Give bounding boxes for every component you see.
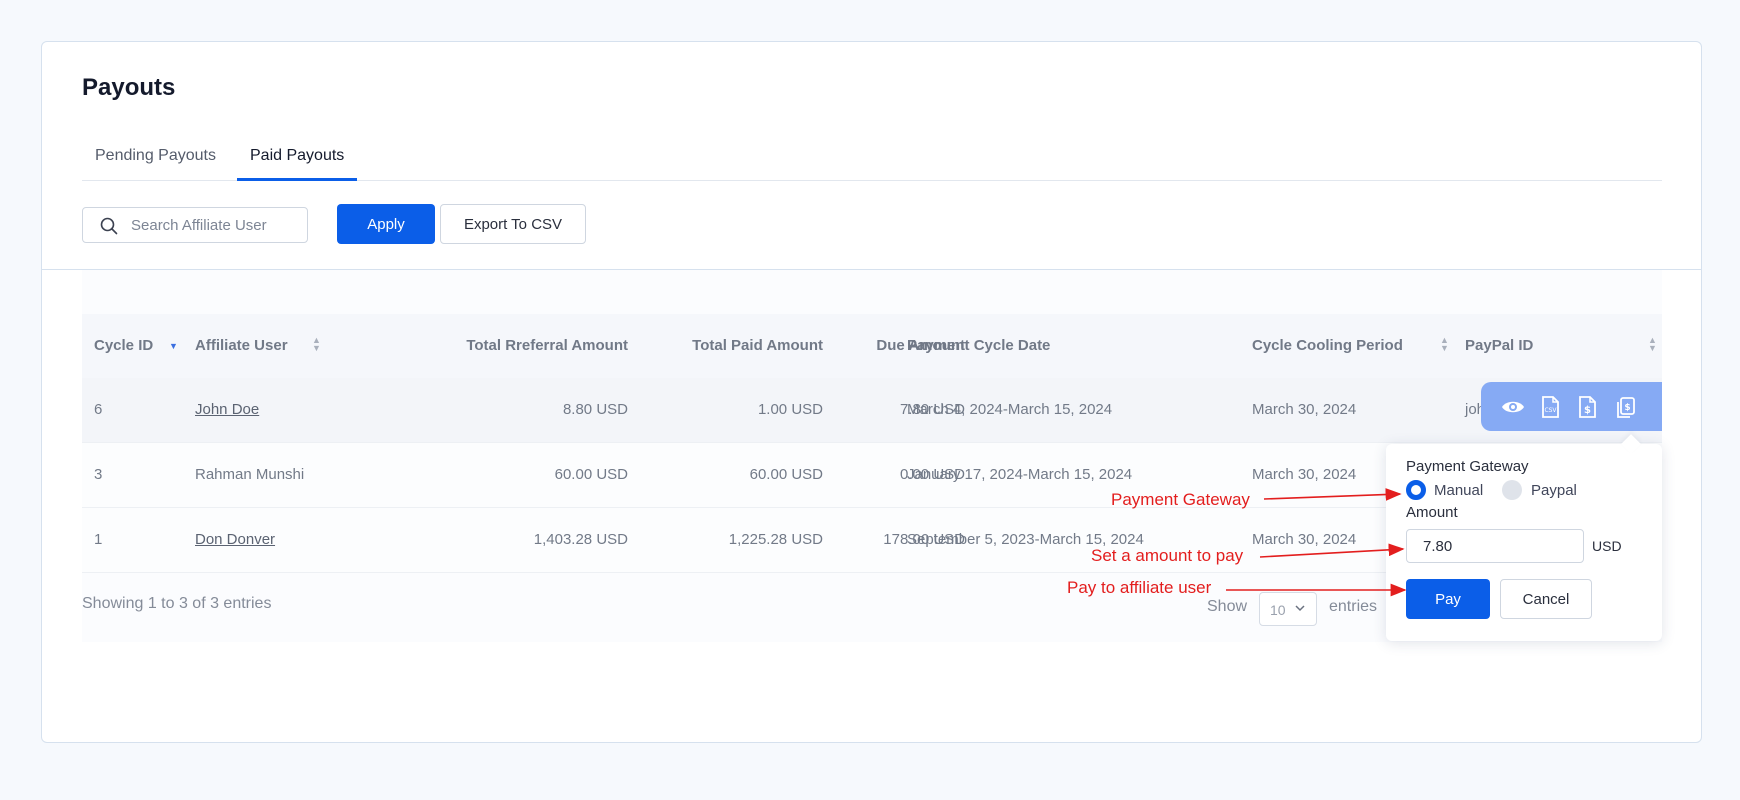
- cell-cycle-id: 1: [94, 531, 103, 548]
- header-paypal-id[interactable]: PayPal ID: [1465, 337, 1533, 354]
- header-payment-cycle-date: Payment Cycle Date: [907, 337, 1051, 354]
- copy-dollar-icon[interactable]: $: [1613, 395, 1637, 419]
- sort-icon[interactable]: ▲ ▼: [1648, 336, 1657, 353]
- amount-label: Amount: [1406, 504, 1458, 521]
- show-label: Show: [1207, 598, 1248, 615]
- cell-affiliate-user: Rahman Munshi: [195, 466, 305, 483]
- annotation-set-amount: Set a amount to pay: [1091, 546, 1244, 565]
- annotation-payment-gateway: Payment Gateway: [1111, 490, 1250, 509]
- apply-button[interactable]: Apply: [337, 204, 435, 244]
- page-size-value: 10: [1270, 602, 1286, 618]
- cell-cycle-id: 3: [94, 466, 103, 483]
- cell-total-referral: 8.80 USD: [562, 401, 628, 418]
- search-icon: [100, 217, 118, 235]
- cell-cooling-period: March 30, 2024: [1252, 531, 1357, 548]
- amount-input[interactable]: [1406, 529, 1584, 563]
- currency-label: USD: [1592, 538, 1622, 554]
- payout-tabs: Pending Payouts Paid Payouts: [82, 138, 1662, 181]
- entries-info: Showing 1 to 3 of 3 entries: [82, 595, 272, 612]
- pay-button[interactable]: Pay: [1406, 579, 1490, 619]
- header-affiliate-user[interactable]: Affiliate User: [195, 337, 288, 354]
- tab-pending-payouts[interactable]: Pending Payouts: [82, 138, 229, 181]
- sort-desc-icon[interactable]: ▼: [169, 342, 178, 351]
- header-total-referral: Total Rreferral Amount: [466, 337, 628, 354]
- cell-total-paid: 1,225.28 USD: [728, 531, 823, 548]
- radio-paypal-label[interactable]: Paypal: [1531, 482, 1577, 499]
- header-cycle-id[interactable]: Cycle ID: [94, 337, 153, 354]
- radio-paypal[interactable]: [1502, 480, 1522, 500]
- tab-paid-payouts[interactable]: Paid Payouts: [237, 138, 358, 181]
- cell-payment-cycle-date: March 4, 2024-March 15, 2024: [907, 401, 1113, 418]
- export-csv-button[interactable]: Export To CSV: [440, 204, 586, 244]
- eye-icon[interactable]: [1501, 395, 1525, 419]
- sort-icon[interactable]: ▲ ▼: [312, 336, 321, 353]
- cell-cooling-period: March 30, 2024: [1252, 466, 1357, 483]
- row-action-bar: CSV $ $: [1481, 382, 1662, 431]
- table-row: 6 John Doe 8.80 USD 1.00 USD 7.80 USD Ma…: [82, 378, 1662, 443]
- radio-manual[interactable]: [1406, 480, 1426, 500]
- csv-file-icon[interactable]: CSV: [1538, 395, 1562, 419]
- cell-total-referral: 1,403.28 USD: [533, 531, 628, 548]
- svg-text:$: $: [1624, 403, 1630, 413]
- dollar-file-icon[interactable]: $: [1575, 395, 1599, 419]
- table-header: Cycle ID ▼ Affiliate User ▲ ▼ Total Rrefe…: [82, 314, 1662, 378]
- cell-cooling-period: March 30, 2024: [1252, 401, 1357, 418]
- radio-manual-label[interactable]: Manual: [1434, 482, 1483, 499]
- svg-text:$: $: [1584, 405, 1591, 416]
- cell-total-referral: 60.00 USD: [554, 466, 628, 483]
- header-total-paid: Total Paid Amount: [692, 337, 823, 354]
- cell-affiliate-user-link[interactable]: John Doe: [195, 401, 259, 418]
- chevron-down-icon: [1295, 605, 1305, 612]
- cancel-button[interactable]: Cancel: [1500, 579, 1592, 619]
- entries-label: entries: [1329, 598, 1378, 615]
- search-input[interactable]: [131, 214, 301, 236]
- header-cycle-cooling-period[interactable]: Cycle Cooling Period: [1252, 337, 1403, 354]
- cell-affiliate-user-link[interactable]: Don Donver: [195, 531, 275, 548]
- cell-total-paid: 60.00 USD: [749, 466, 823, 483]
- cell-payment-cycle-date: January 17, 2024-March 15, 2024: [907, 466, 1133, 483]
- search-box[interactable]: [82, 207, 308, 243]
- cell-cycle-id: 6: [94, 401, 103, 418]
- pay-popover: Payment Gateway Manual Paypal Amount USD…: [1386, 434, 1662, 641]
- payment-gateway-label: Payment Gateway: [1406, 458, 1529, 475]
- annotation-pay-user: Pay to affiliate user: [1067, 578, 1212, 597]
- cell-total-paid: 1.00 USD: [757, 401, 823, 418]
- svg-text:CSV: CSV: [1544, 407, 1557, 414]
- page-size-select[interactable]: 10: [1259, 592, 1317, 626]
- page-title: Payouts: [82, 74, 176, 101]
- sort-icon[interactable]: ▲ ▼: [1440, 336, 1449, 353]
